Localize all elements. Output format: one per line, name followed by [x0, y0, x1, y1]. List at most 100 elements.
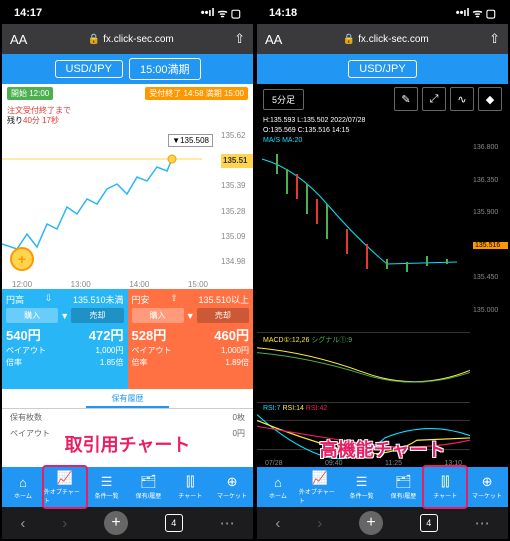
sell-btn[interactable]: 売却 — [197, 308, 249, 323]
browser-url-bar: AA 🔒fx.click-sec.com ⇧ — [257, 24, 508, 54]
nav-chart[interactable]: ⫿⫿チャート — [169, 467, 211, 507]
chart-icon: 📈 — [57, 470, 73, 486]
candle-icon: ⫿⫿ — [441, 474, 449, 490]
globe-icon: ⊕ — [227, 474, 238, 490]
battery-icon: ▢ — [486, 7, 496, 20]
nav-history[interactable]: 🗂保有/履歴 — [382, 467, 424, 507]
candle-icon: ⫿⫿ — [186, 474, 194, 490]
add-button[interactable]: + — [10, 247, 34, 271]
nav-opchart[interactable]: 📈外オプチャート — [44, 467, 86, 507]
ohlc-info: H:135.593 L:135.502 2022/07/28 O:135.569… — [263, 116, 365, 145]
buy-btn[interactable]: 購入 — [132, 308, 184, 323]
pair-bar: USD/JPY — [257, 54, 508, 84]
new-tab-icon[interactable]: + — [104, 511, 128, 535]
nav-history[interactable]: 🗂保有/履歴 — [127, 467, 169, 507]
sub-tabs: 保有履歴 — [2, 389, 253, 409]
browser-url-bar: AA 🔒fx.click-sec.com ⇧ — [2, 24, 253, 54]
signal-icon: ••ıl — [456, 7, 470, 19]
nav-home[interactable]: ⌂ホーム — [257, 467, 299, 507]
signal-icon: ••ıl — [201, 7, 215, 19]
nav-conditions[interactable]: ☰条件一覧 — [86, 467, 128, 507]
start-badge: 開始 12:00 — [7, 87, 53, 100]
share-icon[interactable]: ⇧ — [234, 31, 245, 47]
home-icon: ⌂ — [19, 475, 27, 490]
candle-chart — [257, 144, 457, 314]
nav-market[interactable]: ⊕マーケット — [211, 467, 253, 507]
nav-chart[interactable]: ⫿⫿チャート — [424, 467, 466, 507]
expiry-button[interactable]: 15:00満期 — [129, 58, 201, 80]
pencil-icon[interactable]: ✎ — [394, 87, 418, 111]
x-axis: 12:00 13:00 14:00 15:00 — [2, 280, 218, 289]
list-icon: ☰ — [101, 474, 113, 490]
wifi-icon: ᯤ — [473, 6, 483, 21]
pair-button[interactable]: USD/JPY — [55, 60, 123, 78]
nav-market[interactable]: ⊕マーケット — [466, 467, 508, 507]
text-size-icon[interactable]: AA — [265, 32, 282, 47]
nav-home[interactable]: ⌂ホーム — [2, 467, 44, 507]
caption-left: 取引用チャート — [65, 431, 191, 457]
chart-icon: 📈 — [312, 470, 328, 486]
held-row: 保有枚数0枚 — [2, 409, 253, 425]
forward-icon[interactable]: › — [317, 515, 322, 532]
pair-bar: USD/JPY 15:00満期 — [2, 54, 253, 84]
status-icons: ••ıl ᯤ ▢ — [201, 6, 241, 21]
chart-toolbar: 5分足 ✎ ⤢ ∿ ◆ — [257, 84, 508, 114]
lock-icon: 🔒 — [343, 34, 355, 45]
list-icon: ☰ — [356, 474, 368, 490]
timeframe-button[interactable]: 5分足 — [263, 89, 304, 110]
back-icon[interactable]: ‹ — [275, 515, 280, 532]
y-axis: 135.62 135.51 135.39 135.28 135.09 134.9… — [218, 129, 253, 269]
sell-btn[interactable]: 売却 — [71, 308, 123, 323]
nav-conditions[interactable]: ☰条件一覧 — [341, 467, 383, 507]
share-icon[interactable]: ⇧ — [489, 31, 500, 47]
status-bar: 14:17 ••ıl ᯤ ▢ — [2, 2, 253, 24]
back-icon[interactable]: ‹ — [20, 515, 25, 532]
browser-toolbar: ‹ › + 4 ⋯ — [257, 507, 508, 539]
chart-area[interactable]: 開始 12:00 受付終了 14:58 満期 15:00 注文受付終了まで 残り… — [2, 84, 253, 289]
text-size-icon[interactable]: AA — [10, 32, 27, 47]
status-time: 14:18 — [269, 7, 297, 19]
tab[interactable] — [169, 389, 253, 408]
chart-header: 開始 12:00 受付終了 14:58 満期 15:00 — [2, 84, 253, 103]
buy-btn[interactable]: 購入 — [6, 308, 58, 323]
status-time: 14:17 — [14, 7, 42, 19]
history-icon: 🗂 — [140, 474, 157, 490]
phone-right: 14:18 ••ıl ᯤ ▢ AA 🔒fx.click-sec.com ⇧ US… — [257, 2, 508, 539]
trade-panel: 円高⇩135.510未満 購入▼売却 540円472円 ペイアウト1,000円 … — [2, 289, 253, 389]
indicator-icon[interactable]: ∿ — [450, 87, 474, 111]
menu-icon[interactable]: ⋯ — [220, 514, 235, 532]
lock-icon: 🔒 — [88, 34, 100, 45]
tab-active[interactable]: 保有履歴 — [86, 389, 170, 408]
history-icon: 🗂 — [395, 474, 412, 490]
forward-icon[interactable]: › — [62, 515, 67, 532]
url-text[interactable]: 🔒fx.click-sec.com — [33, 34, 228, 45]
y-axis: 136.800 136.350 135.900 135.516 135.450 … — [470, 144, 508, 314]
advanced-chart[interactable]: 5分足 ✎ ⤢ ∿ ◆ H:135.593 L:135.502 2022/07/… — [257, 84, 508, 467]
trade-low[interactable]: 円安⇧135.510以上 購入▼売却 528円460円 ペイアウト1,000円 … — [128, 289, 254, 389]
nav-opchart[interactable]: 📈外オプチャート — [299, 467, 341, 507]
tab[interactable] — [2, 389, 86, 408]
macd-panel: MACD①:12,26 シグナル①:9 — [257, 332, 470, 392]
app-nav: ⌂ホーム 📈外オプチャート ☰条件一覧 🗂保有/履歴 ⫿⫿チャート ⊕マーケット — [2, 467, 253, 507]
url-text[interactable]: 🔒fx.click-sec.com — [288, 34, 483, 45]
trend-icon[interactable]: ⤢ — [422, 87, 446, 111]
eraser-icon[interactable]: ◆ — [478, 87, 502, 111]
status-bar: 14:18 ••ıl ᯤ ▢ — [257, 2, 508, 24]
wifi-icon: ᯤ — [218, 6, 228, 21]
menu-icon[interactable]: ⋯ — [475, 514, 490, 532]
tabs-button[interactable]: 4 — [420, 514, 438, 532]
status-icons: ••ıl ᯤ ▢ — [456, 6, 496, 21]
tabs-button[interactable]: 4 — [165, 514, 183, 532]
line-chart — [2, 129, 202, 269]
caption-right: 高機能チャート — [320, 436, 446, 462]
battery-icon: ▢ — [231, 7, 241, 20]
end-badge: 受付終了 14:58 満期 15:00 — [145, 87, 248, 100]
pair-button[interactable]: USD/JPY — [348, 60, 416, 78]
browser-toolbar: ‹ › + 4 ⋯ — [2, 507, 253, 539]
trade-high[interactable]: 円高⇩135.510未満 購入▼売却 540円472円 ペイアウト1,000円 … — [2, 289, 128, 389]
phone-left: 14:17 ••ıl ᯤ ▢ AA 🔒fx.click-sec.com ⇧ US… — [2, 2, 253, 539]
app-nav: ⌂ホーム 📈外オプチャート ☰条件一覧 🗂保有/履歴 ⫿⫿チャート ⊕マーケット — [257, 467, 508, 507]
time-remaining: 注文受付終了まで 残り40分 17秒 — [7, 106, 71, 127]
new-tab-icon[interactable]: + — [359, 511, 383, 535]
globe-icon: ⊕ — [482, 474, 493, 490]
